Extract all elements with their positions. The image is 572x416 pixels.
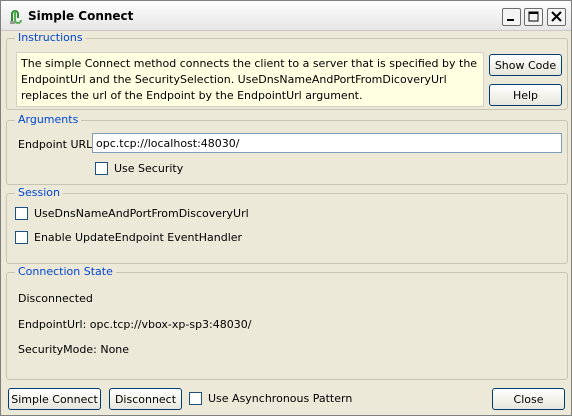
minimize-icon — [507, 19, 514, 21]
minimize-button[interactable] — [502, 8, 521, 26]
simple-connect-button[interactable]: Simple Connect — [8, 388, 101, 410]
close-window-button[interactable] — [547, 8, 566, 26]
close-button[interactable]: Close — [492, 388, 565, 410]
security-mode-status: SecurityMode: None — [18, 343, 130, 356]
connection-state-group: Connection State Disconnected EndpointUr… — [6, 265, 568, 380]
instructions-line: The simple Connect method connects the c… — [21, 57, 478, 70]
update-endpoint-checkbox[interactable] — [15, 231, 28, 244]
app-icon — [10, 10, 22, 24]
use-security-checkbox[interactable] — [95, 162, 108, 175]
instructions-text: The simple Connect method connects the c… — [16, 52, 484, 107]
session-group-label: Session — [15, 186, 63, 199]
arguments-group: Arguments Endpoint URL Use Security — [6, 113, 568, 185]
maximize-icon — [528, 11, 539, 22]
close-icon — [551, 11, 562, 22]
connection-status: Disconnected — [18, 292, 93, 305]
help-button[interactable]: Help — [489, 84, 562, 106]
disconnect-button[interactable]: Disconnect — [109, 388, 182, 410]
endpoint-url-label: Endpoint URL — [18, 138, 93, 151]
instructions-line: replaces the url of the Endpoint by the … — [21, 89, 363, 102]
maximize-button[interactable] — [524, 8, 543, 26]
use-dns-checkbox[interactable] — [15, 207, 28, 220]
title-bar[interactable]: Simple Connect — [1, 1, 571, 31]
use-security-label: Use Security — [114, 162, 184, 175]
show-code-button[interactable]: Show Code — [489, 54, 562, 76]
session-group: Session UseDnsNameAndPortFromDiscoveryUr… — [6, 186, 568, 264]
endpoint-url-input[interactable] — [92, 133, 562, 153]
endpoint-url-status: EndpointUrl: opc.tcp://vbox-xp-sp3:48030… — [18, 318, 252, 331]
instructions-line: EndpointUrl and the SecuritySelection. U… — [21, 73, 447, 86]
use-dns-label: UseDnsNameAndPortFromDiscoveryUrl — [34, 207, 249, 220]
update-endpoint-label: Enable UpdateEndpoint EventHandler — [34, 231, 243, 244]
instructions-group-label: Instructions — [15, 31, 86, 44]
instructions-group: Instructions The simple Connect method c… — [6, 31, 568, 110]
use-async-checkbox[interactable] — [189, 392, 202, 405]
arguments-group-label: Arguments — [15, 113, 82, 126]
use-async-label: Use Asynchronous Pattern — [208, 392, 353, 405]
window-title: Simple Connect — [28, 9, 134, 23]
simple-connect-window: Simple Connect Instructions The simple C… — [0, 0, 572, 416]
connection-state-group-label: Connection State — [15, 265, 116, 278]
